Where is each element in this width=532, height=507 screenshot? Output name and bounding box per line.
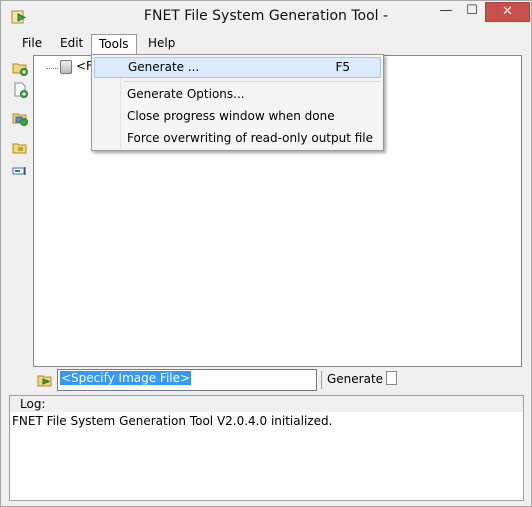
image-file-value: <Specify Image File> xyxy=(60,371,192,385)
menu-separator xyxy=(124,81,380,82)
log-header xyxy=(10,396,523,412)
toolbar-separator xyxy=(321,371,322,389)
drive-icon xyxy=(60,60,72,74)
menu-item-close-progress[interactable]: Close progress window when done xyxy=(127,106,335,126)
log-label: Log: xyxy=(18,397,48,411)
menu-edit[interactable]: Edit xyxy=(53,34,90,54)
minimize-button[interactable]: — xyxy=(433,2,459,22)
generate-button[interactable]: Generate xyxy=(327,370,398,390)
menu-item-generate-shortcut: F5 xyxy=(335,60,350,74)
add-folder-icon[interactable] xyxy=(11,59,29,77)
menu-item-generate-label: Generate ... xyxy=(128,60,200,74)
main-window: FNET File System Generation Tool - — ☐ ✕… xyxy=(0,0,532,507)
generate-button-label: Generate xyxy=(327,372,384,386)
menu-item-generate[interactable]: Generate ... F5 xyxy=(94,57,381,78)
open-image-icon[interactable] xyxy=(37,373,53,387)
menu-help[interactable]: Help xyxy=(141,34,182,54)
title-bar[interactable]: FNET File System Generation Tool - — ☐ ✕ xyxy=(1,1,531,32)
document-icon xyxy=(386,371,398,385)
image-file-input[interactable]: <Specify Image File> xyxy=(57,369,317,391)
close-button[interactable]: ✕ xyxy=(485,2,530,22)
log-panel: Log: FNET File System Generation Tool V2… xyxy=(9,395,524,501)
left-toolbar xyxy=(9,59,33,369)
menu-item-force-overwrite[interactable]: Force overwriting of read-only output fi… xyxy=(127,128,373,148)
add-image-icon[interactable] xyxy=(11,109,29,127)
log-message: FNET File System Generation Tool V2.0.4.… xyxy=(12,414,333,428)
folder-properties-icon[interactable] xyxy=(11,139,29,157)
rename-icon[interactable] xyxy=(11,163,29,181)
tree-connector xyxy=(46,68,58,69)
menu-item-generate-options[interactable]: Generate Options... xyxy=(127,84,245,104)
add-file-icon[interactable] xyxy=(11,81,29,99)
menu-file[interactable]: File xyxy=(15,34,49,54)
tools-dropdown-menu: Generate ... F5 Generate Options... Clos… xyxy=(91,54,384,151)
menu-tools[interactable]: Tools xyxy=(91,34,137,55)
maximize-button[interactable]: ☐ xyxy=(459,2,485,22)
